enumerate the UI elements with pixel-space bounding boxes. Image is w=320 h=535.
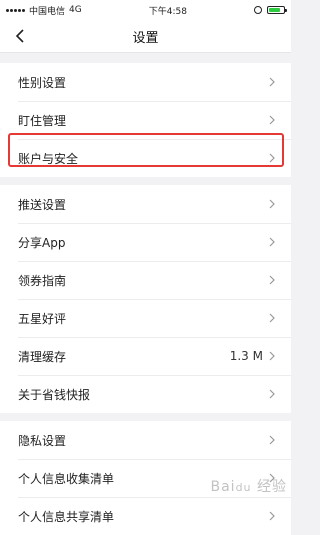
page-title: 设置 (132, 30, 159, 46)
chevron-right-icon (269, 115, 275, 125)
settings-row-right (263, 237, 275, 247)
settings-row-right (263, 77, 275, 87)
chevron-right-icon (269, 435, 275, 445)
settings-row-right (263, 199, 275, 209)
settings-row-right (263, 153, 275, 163)
settings-row[interactable]: 领券指南 (0, 261, 291, 299)
nav-bar: 设置 (0, 20, 291, 53)
signal-icon (6, 8, 25, 12)
chevron-right-icon (269, 511, 275, 521)
carrier-label: 中国电信 (29, 6, 66, 17)
settings-row-label: 领券指南 (18, 273, 67, 288)
settings-row-label: 关于省钱快报 (18, 387, 91, 402)
back-button[interactable] (14, 28, 26, 44)
settings-row-value: 1.3 M (229, 349, 263, 363)
settings-row-label: 分享App (18, 235, 66, 250)
settings-row[interactable]: 五星好评 (0, 299, 291, 337)
settings-group: 性别设置盯住管理账户与安全 (0, 63, 291, 177)
settings-row-right (263, 511, 275, 521)
settings-row-right: 1.3 M (230, 349, 275, 363)
settings-row-label: 账户与安全 (18, 151, 79, 166)
chevron-left-icon (15, 29, 24, 43)
battery-icon (267, 6, 287, 14)
settings-list: 性别设置盯住管理账户与安全推送设置分享App 领券指南五星好评清理缓存 1.3 M 关… (0, 63, 291, 535)
settings-row-label: 个人信息收集清单 (18, 471, 115, 486)
settings-row-label: 清理缓存 (18, 349, 67, 364)
chevron-right-icon (269, 351, 275, 361)
settings-row[interactable]: 性别设置 (0, 63, 291, 101)
settings-row[interactable]: 关于省钱快报 (0, 375, 291, 413)
settings-row[interactable]: 隐私设置 (0, 421, 291, 459)
settings-row-right (263, 435, 275, 445)
settings-row[interactable]: 分享App (0, 223, 291, 261)
settings-row[interactable]: 账户与安全 (0, 139, 291, 177)
settings-row-label: 五星好评 (18, 311, 67, 326)
settings-row[interactable]: 推送设置 (0, 185, 291, 223)
chevron-right-icon (269, 313, 275, 323)
settings-row-right (263, 389, 275, 399)
chevron-right-icon (269, 199, 275, 209)
settings-row-right (263, 313, 275, 323)
chevron-right-icon (269, 153, 275, 163)
settings-row-right (263, 275, 275, 285)
settings-row-label: 性别设置 (18, 75, 67, 90)
chevron-right-icon (269, 237, 275, 247)
clock: 下午4:58 (148, 6, 187, 17)
chevron-right-icon (269, 389, 275, 399)
settings-row-label: 个人信息共享清单 (18, 509, 115, 524)
settings-row-label: 隐私设置 (18, 433, 67, 448)
status-bar-right (254, 6, 287, 14)
settings-row[interactable]: 盯住管理 (0, 101, 291, 139)
watermark-logo: Baidu 经验 (210, 479, 287, 495)
network-label: 4G (69, 5, 82, 15)
settings-row-right (263, 115, 275, 125)
settings-row[interactable]: 清理缓存 1.3 M (0, 337, 291, 375)
alarm-icon (254, 6, 262, 14)
chevron-right-icon (269, 77, 275, 87)
settings-row-label: 盯住管理 (18, 113, 67, 128)
settings-row[interactable]: 个人信息共享清单 (0, 497, 291, 535)
status-bar: 中国电信 4G 下午4:58 (0, 0, 291, 20)
chevron-right-icon (269, 275, 275, 285)
settings-group: 推送设置分享App 领券指南五星好评清理缓存 1.3 M 关于省钱快报 (0, 185, 291, 413)
status-bar-left: 中国电信 4G (6, 4, 82, 17)
settings-row-label: 推送设置 (18, 197, 67, 212)
